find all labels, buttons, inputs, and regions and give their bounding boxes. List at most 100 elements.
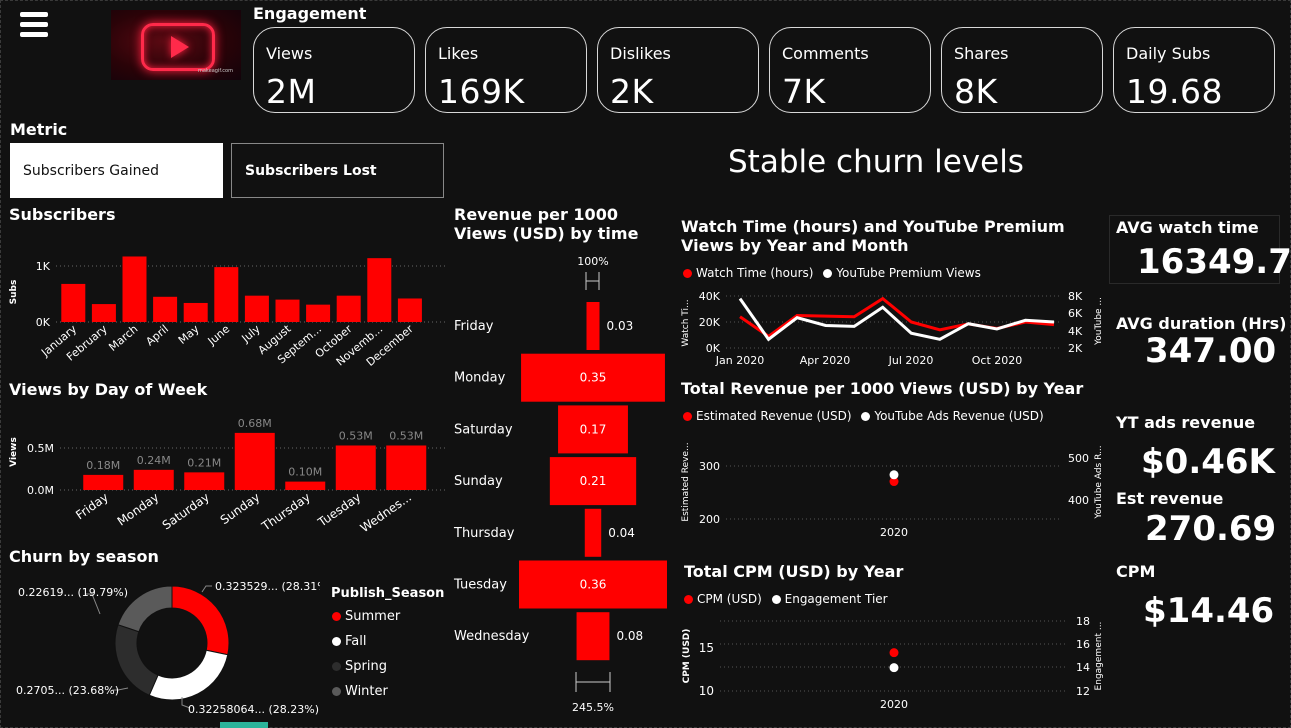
y-tick: 20K	[699, 316, 721, 329]
point-engagement-tier	[889, 663, 899, 673]
legend-item-summer[interactable]: Summer	[332, 609, 400, 624]
y2-axis-label: YouTube Ads R...	[1094, 445, 1104, 519]
legend-item-spring[interactable]: Spring	[332, 659, 387, 674]
metric-option-subscribers-gained[interactable]: Subscribers Gained	[10, 143, 223, 198]
bar-monday	[133, 469, 174, 490]
funnel-bar-wednesday	[576, 612, 610, 661]
red-dot-icon	[332, 612, 341, 621]
views-by-day-title: Views by Day of Week	[9, 380, 208, 399]
funnel-bar-friday	[586, 302, 600, 350]
scatter-points	[889, 648, 899, 673]
y-tick: 0.5M	[27, 442, 54, 455]
y2-tick: 12	[1076, 685, 1090, 698]
red-dot-icon	[683, 412, 692, 421]
slice-label-fall: 0.32258064... (28.23%)	[188, 703, 319, 716]
legend-label: Fall	[345, 634, 367, 649]
bar-april	[153, 296, 178, 322]
slice-label-winter: 0.22619... (19.79%)	[18, 586, 128, 599]
slice-spring	[114, 624, 159, 696]
point-cpm	[889, 648, 899, 658]
legend-label: Watch Time (hours)	[696, 266, 814, 280]
subscribers-chart: Subs 1K 0K JanuaryFebruaryMarch April May J…	[9, 256, 446, 369]
legend-label: Estimated Revenue (USD)	[696, 409, 852, 423]
funnel-value-label: 0.35	[580, 371, 607, 385]
x-tick: 2020	[880, 698, 908, 711]
hamburger-menu-icon[interactable]	[20, 12, 48, 38]
kpi-value: 16349.7	[1137, 242, 1291, 282]
legend-label: YouTube Premium Views	[836, 266, 981, 280]
card-value: 19.68	[1126, 72, 1223, 111]
bar-group	[61, 256, 422, 322]
bar-december	[397, 298, 422, 322]
data-label: 0.53M	[389, 429, 423, 442]
churn-by-season-title: Churn by season	[9, 547, 159, 566]
funnel-top-label: 100%	[577, 255, 608, 268]
y-axis-label: Estimated Reve...	[681, 442, 691, 521]
x-tick-label: March	[106, 322, 140, 354]
bar-friday	[83, 474, 124, 490]
season-legend-title: Publish_Season	[331, 586, 445, 601]
metric-slicer-title: Metric	[10, 120, 68, 139]
y-axis-label: CPM (USD)	[682, 629, 692, 684]
kpi-label: CPM	[1116, 562, 1156, 581]
funnel-rows: Friday 0.03 Monday 0.35 Saturday 0.17 Sunday 0.…	[453, 302, 667, 661]
funnel-value-label: 0.21	[580, 474, 607, 488]
avg-watch-time-card: AVG watch time 16349.7	[1109, 215, 1291, 284]
card-label: Daily Subs	[1126, 44, 1211, 63]
bar-february	[91, 304, 116, 322]
x-labels: Friday MondaySaturday SundayThursday Tuesda…	[73, 490, 414, 535]
y-tick: 0K	[36, 316, 51, 329]
card-value: 7K	[782, 72, 826, 111]
y2-axis-label: YouTube ...	[1094, 297, 1104, 346]
kpi-value: $14.46	[1143, 591, 1275, 631]
data-label: 0.21M	[187, 456, 221, 469]
legend-item-winter[interactable]: Winter	[332, 684, 388, 699]
funnel-bottom-label: 245.5%	[572, 701, 614, 714]
x-tick: 2020	[880, 526, 908, 539]
kpi-value: $0.46K	[1141, 442, 1275, 482]
funnel-bar-thursday	[584, 508, 602, 557]
legend-label: Engagement Tier	[784, 592, 888, 606]
bar-wednes	[386, 445, 427, 490]
white-dot-icon	[771, 595, 781, 604]
data-label: 0.24M	[137, 454, 171, 467]
funnel-row-label: Thursday	[453, 526, 515, 541]
y2-tick: 16	[1076, 638, 1090, 651]
x-tick: Oct 2020	[972, 354, 1023, 367]
white-dot-icon	[861, 412, 871, 421]
views-card: Views 2M	[253, 27, 415, 113]
funnel-value-label: 0.17	[580, 422, 607, 436]
y-tick: 15	[699, 641, 714, 655]
kpi-label: Est revenue	[1116, 489, 1224, 508]
bar-july	[244, 295, 269, 322]
y-tick: 10	[699, 684, 714, 698]
legend-label: CPM (USD)	[697, 592, 762, 606]
line-premium-views	[738, 297, 1055, 342]
y-tick: 0.0M	[27, 484, 54, 497]
bar-saturday	[184, 472, 225, 490]
page-tab-indicator[interactable]	[220, 722, 268, 728]
y2-tick: 4K	[1068, 325, 1083, 338]
funnel-row-label: Monday	[454, 371, 506, 386]
slice-fall	[148, 649, 229, 701]
bar-sunday	[234, 432, 275, 490]
leader-line	[201, 585, 212, 593]
bar-march	[122, 256, 147, 322]
metric-option-subscribers-lost[interactable]: Subscribers Lost	[231, 143, 444, 198]
y-tick: 40K	[699, 290, 721, 303]
bar-thursday	[285, 481, 326, 490]
legend-item-fall[interactable]: Fall	[332, 634, 366, 649]
bar-septem	[306, 304, 331, 322]
y2-tick: 8K	[1068, 290, 1083, 303]
grey-dot-icon	[332, 687, 341, 696]
x-tick-label: May	[176, 322, 202, 347]
revenue-funnel-title: Revenue per 1000 Views (USD) by time	[454, 205, 639, 243]
card-label: Dislikes	[610, 44, 671, 63]
y2-tick: 14	[1076, 661, 1090, 674]
slice-group	[114, 585, 230, 701]
x-tick-label: Tuesday	[315, 490, 364, 530]
bar-may	[183, 302, 208, 322]
slice-label-spring: 0.2705... (23.68%)	[16, 684, 119, 697]
x-tick: Apr 2020	[800, 354, 851, 367]
y-tick: 300	[699, 460, 720, 473]
